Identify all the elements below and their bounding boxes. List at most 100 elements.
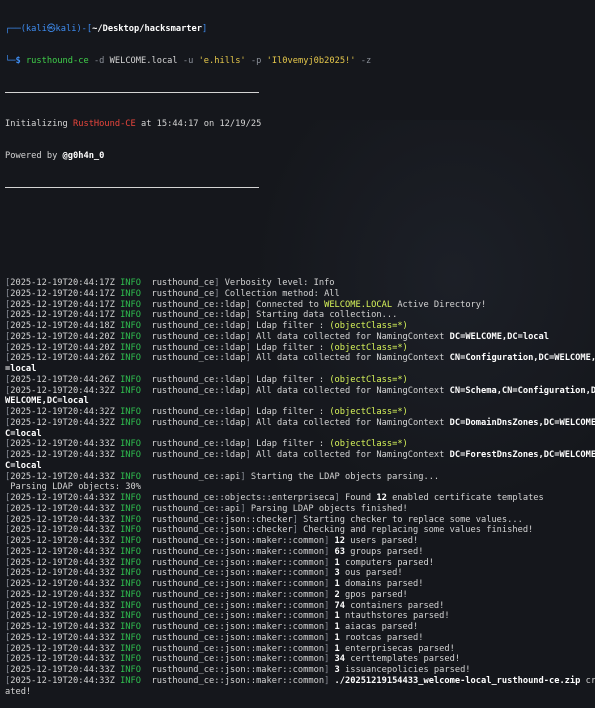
log-module: rusthound_ce::json::maker::common	[151, 654, 325, 665]
log-timestamp: 2025-12-19T20:44:33Z	[10, 471, 115, 482]
log-timestamp: 2025-12-19T20:44:17Z	[10, 278, 115, 288]
arg-username: 'e.hills'	[198, 55, 246, 66]
log-message: Collection method: All	[224, 288, 340, 299]
log-message: Connected to	[256, 299, 325, 310]
log-timestamp: 2025-12-19T20:44:33Z	[10, 514, 115, 525]
banner-init-line: Initializing RustHound-CE at 15:44:17 on…	[5, 118, 262, 129]
log-level: INFO	[120, 675, 141, 686]
log-module: rusthound_ce::json::maker::common	[151, 557, 325, 568]
log-level: INFO	[120, 622, 141, 632]
log-module: rusthound_ce::json::maker::common	[151, 622, 325, 632]
log-message: users parsed!	[345, 536, 419, 546]
log-highlight: (objectClass=*)	[329, 321, 408, 331]
log-timestamp: 2025-12-19T20:44:33Z	[10, 450, 115, 460]
log-module: rusthound_ce::ldap	[151, 331, 246, 342]
log-message: All data collected for NamingContext	[256, 385, 450, 396]
log-module: rusthound_ce::ldap	[151, 299, 246, 310]
log-level: INFO	[120, 611, 141, 622]
log-module: rusthound_ce::ldap	[151, 450, 246, 460]
log-module: rusthound_ce::api	[151, 471, 241, 482]
log-module: rusthound_ce::json::maker::common	[151, 675, 325, 686]
log-module: rusthound_ce::ldap	[151, 417, 246, 428]
log-level: INFO	[120, 654, 141, 665]
log-level: INFO	[120, 439, 141, 450]
log-level: INFO	[120, 600, 141, 611]
terminal-window[interactable]: ┌──(kali㉿kali)-[~/Desktop/hacksmarter] └…	[0, 0, 595, 697]
log-timestamp: 2025-12-19T20:44:33Z	[10, 675, 115, 686]
command-line[interactable]: └─$ rusthound-ce -d WELCOME.local -u 'e.…	[5, 56, 595, 67]
log-level: INFO	[120, 557, 141, 568]
log-line: [2025-12-19T20:44:18Z INFO rusthound_ce:…	[5, 321, 408, 331]
log-line: [2025-12-19T20:44:32Z INFO rusthound_ce:…	[5, 386, 595, 397]
log-level: INFO	[120, 589, 141, 600]
log-level: INFO	[120, 417, 141, 428]
log-message: Checking and replacing some values finis…	[303, 525, 534, 536]
flag-z: -z	[360, 55, 372, 66]
log-message: certtemplates parsed!	[345, 654, 461, 665]
log-module: rusthound_ce::json::maker::common	[151, 568, 325, 579]
log-message: groups parsed!	[345, 546, 424, 557]
log-line: [2025-12-19T20:44:33Z INFO rusthound_ce:…	[5, 568, 403, 579]
log-level: INFO	[120, 278, 141, 288]
log-level: INFO	[120, 342, 141, 353]
log-message: Found	[345, 493, 377, 503]
log-level: INFO	[120, 546, 141, 557]
log-highlight: (objectClass=*)	[329, 439, 408, 450]
log-message: Ldap filter :	[256, 374, 330, 385]
log-highlight: (objectClass=*)	[329, 374, 408, 385]
log-level: INFO	[120, 310, 141, 321]
log-level: INFO	[120, 288, 141, 299]
log-highlight: (objectClass=*)	[329, 342, 408, 353]
log-value: 12	[376, 493, 387, 503]
log-line: [2025-12-19T20:44:33Z INFO rusthound_ce:…	[5, 493, 544, 503]
log-message: ntauthstores parsed!	[339, 611, 450, 622]
log-message: Ldap filter :	[256, 407, 330, 417]
log-line: [2025-12-19T20:44:26Z INFO rusthound_ce:…	[5, 374, 408, 385]
log-line: [2025-12-19T20:44:17Z INFO rusthound_ce:…	[5, 299, 487, 310]
log-level: INFO	[120, 514, 141, 525]
log-output: [2025-12-19T20:44:17Z INFO rusthound_ce]…	[5, 278, 595, 697]
log-module: rusthound_ce::api	[151, 503, 241, 514]
log-level: INFO	[120, 632, 141, 643]
log-module: rusthound_ce::json::checker	[151, 525, 293, 536]
log-module: rusthound_ce::json::maker::common	[151, 579, 325, 589]
log-message: aiacas parsed!	[339, 622, 419, 632]
progress-text: Parsing LDAP objects: 30%	[5, 482, 141, 493]
log-line-wrap: C=local	[5, 461, 595, 472]
log-line: [2025-12-19T20:44:33Z INFO rusthound_ce:…	[5, 579, 424, 589]
log-module: rusthound_ce::json::checker	[151, 514, 293, 525]
log-message: gpos parsed!	[339, 589, 408, 600]
log-module: rusthound_ce::json::maker::common	[151, 536, 325, 546]
flag-d: -d	[93, 55, 105, 66]
log-timestamp: 2025-12-19T20:44:32Z	[10, 417, 115, 428]
log-timestamp: 2025-12-19T20:44:33Z	[10, 622, 115, 632]
log-message: Active Directory!	[392, 299, 487, 310]
log-module: rusthound_ce::ldap	[151, 321, 246, 331]
log-value: 34	[334, 654, 346, 665]
log-level: INFO	[120, 471, 141, 482]
log-line: [2025-12-19T20:44:33Z INFO rusthound_ce:…	[5, 676, 595, 687]
log-value: =local	[5, 364, 37, 374]
flag-p: -p	[250, 55, 262, 66]
log-value: CN=Schema,CN=Configuration,DC=	[449, 385, 595, 396]
log-message: Parsing LDAP objects finished!	[250, 503, 408, 514]
log-level: INFO	[120, 385, 141, 396]
log-module: rusthound_ce::ldap	[151, 310, 246, 321]
log-message: issuancepolicies parsed!	[339, 665, 471, 675]
log-timestamp: 2025-12-19T20:44:33Z	[10, 632, 115, 643]
log-line: [2025-12-19T20:44:33Z INFO rusthound_ce:…	[5, 514, 523, 525]
log-module: rusthound_ce	[151, 278, 215, 288]
log-line: [2025-12-19T20:44:33Z INFO rusthound_ce:…	[5, 622, 419, 632]
log-line: [2025-12-19T20:44:33Z INFO rusthound_ce:…	[5, 611, 450, 622]
log-level: INFO	[120, 407, 141, 417]
log-line: [2025-12-19T20:44:20Z INFO rusthound_ce:…	[5, 331, 550, 342]
log-line: [2025-12-19T20:44:33Z INFO rusthound_ce:…	[5, 450, 595, 461]
log-message: ous parsed!	[339, 568, 403, 579]
log-line: [2025-12-19T20:44:33Z INFO rusthound_ce:…	[5, 589, 408, 600]
log-timestamp: 2025-12-19T20:44:33Z	[10, 665, 115, 675]
log-timestamp: 2025-12-19T20:44:33Z	[10, 546, 115, 557]
log-module: rusthound_ce::json::maker::common	[151, 611, 325, 622]
prompt-user: kali	[25, 23, 47, 34]
log-line: [2025-12-19T20:44:17Z INFO rusthound_ce:…	[5, 310, 398, 321]
log-level: INFO	[120, 299, 141, 310]
